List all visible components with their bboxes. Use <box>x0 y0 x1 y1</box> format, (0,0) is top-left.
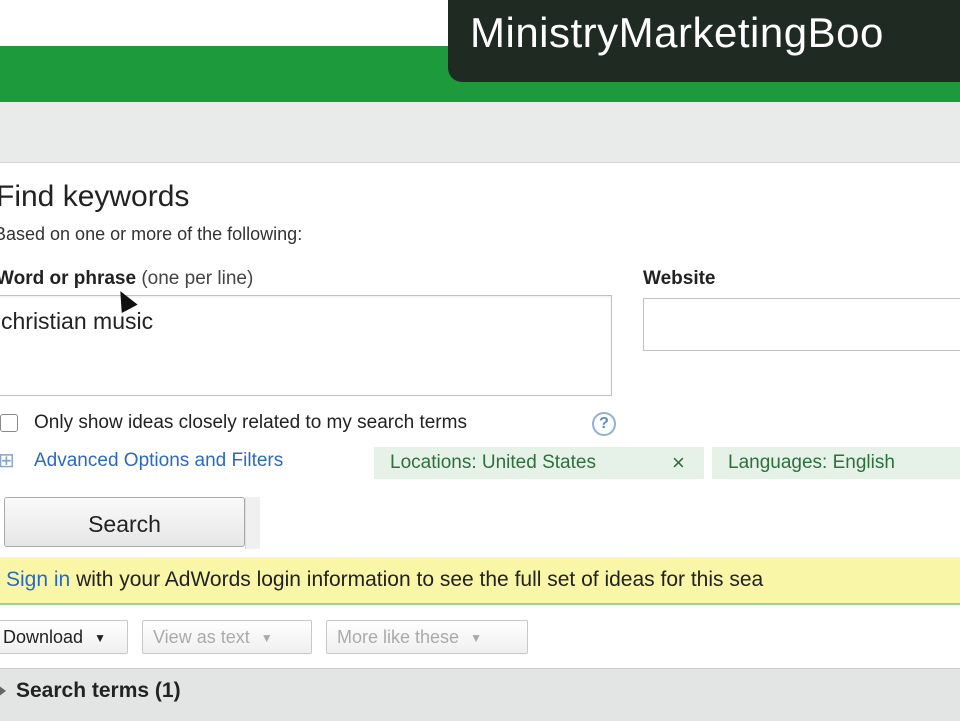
search-terms-heading[interactable]: Search terms (1) <box>16 679 181 703</box>
phrase-input[interactable]: christian music <box>0 295 612 396</box>
help-icon[interactable]: ? <box>592 412 616 436</box>
signin-text: with your AdWords login information to s… <box>76 568 764 591</box>
locations-chip-label: Locations: United States <box>390 452 596 473</box>
website-label: Website <box>643 268 716 289</box>
signin-notice: Sign in with your AdWords login informat… <box>0 557 960 605</box>
phrase-label-hint: (one per line) <box>141 268 254 289</box>
languages-filter-chip[interactable]: Languages: English <box>712 447 960 479</box>
view-as-text-button[interactable]: View as text ▼ <box>142 620 312 654</box>
signin-link[interactable]: Sign in <box>6 568 70 591</box>
remove-location-icon[interactable]: × <box>672 447 685 479</box>
advanced-options-link[interactable]: Advanced Options and Filters <box>34 450 283 472</box>
more-like-these-label: More like these <box>337 627 460 647</box>
locations-filter-chip[interactable]: Locations: United States <box>374 447 704 479</box>
download-label: Download <box>3 627 84 647</box>
view-as-text-label: View as text <box>153 627 250 647</box>
chevron-down-icon: ▼ <box>94 631 106 646</box>
website-input[interactable] <box>643 298 960 351</box>
search-button-edge <box>245 497 260 549</box>
search-button[interactable]: Search <box>4 497 245 547</box>
page-title: Find keywords <box>0 180 190 213</box>
nav-bar <box>0 102 960 163</box>
download-button[interactable]: Download ▼ <box>0 620 128 654</box>
chevron-down-icon: ▼ <box>260 631 273 646</box>
watermark-banner: MinistryMarketingBoo <box>448 0 960 82</box>
expand-plus-icon[interactable]: ⊞ <box>0 451 16 471</box>
chevron-down-icon: ▼ <box>470 631 482 646</box>
page-subtitle: Based on one or more of the following: <box>0 224 303 244</box>
closely-related-checkbox[interactable] <box>0 414 18 432</box>
phrase-input-value: christian music <box>1 308 154 334</box>
languages-chip-label: Languages: English <box>728 452 895 473</box>
more-like-these-button[interactable]: More like these ▼ <box>326 620 528 654</box>
closely-related-label: Only show ideas closely related to my se… <box>34 412 467 433</box>
phrase-label-bold: Word or phrase <box>0 268 137 289</box>
